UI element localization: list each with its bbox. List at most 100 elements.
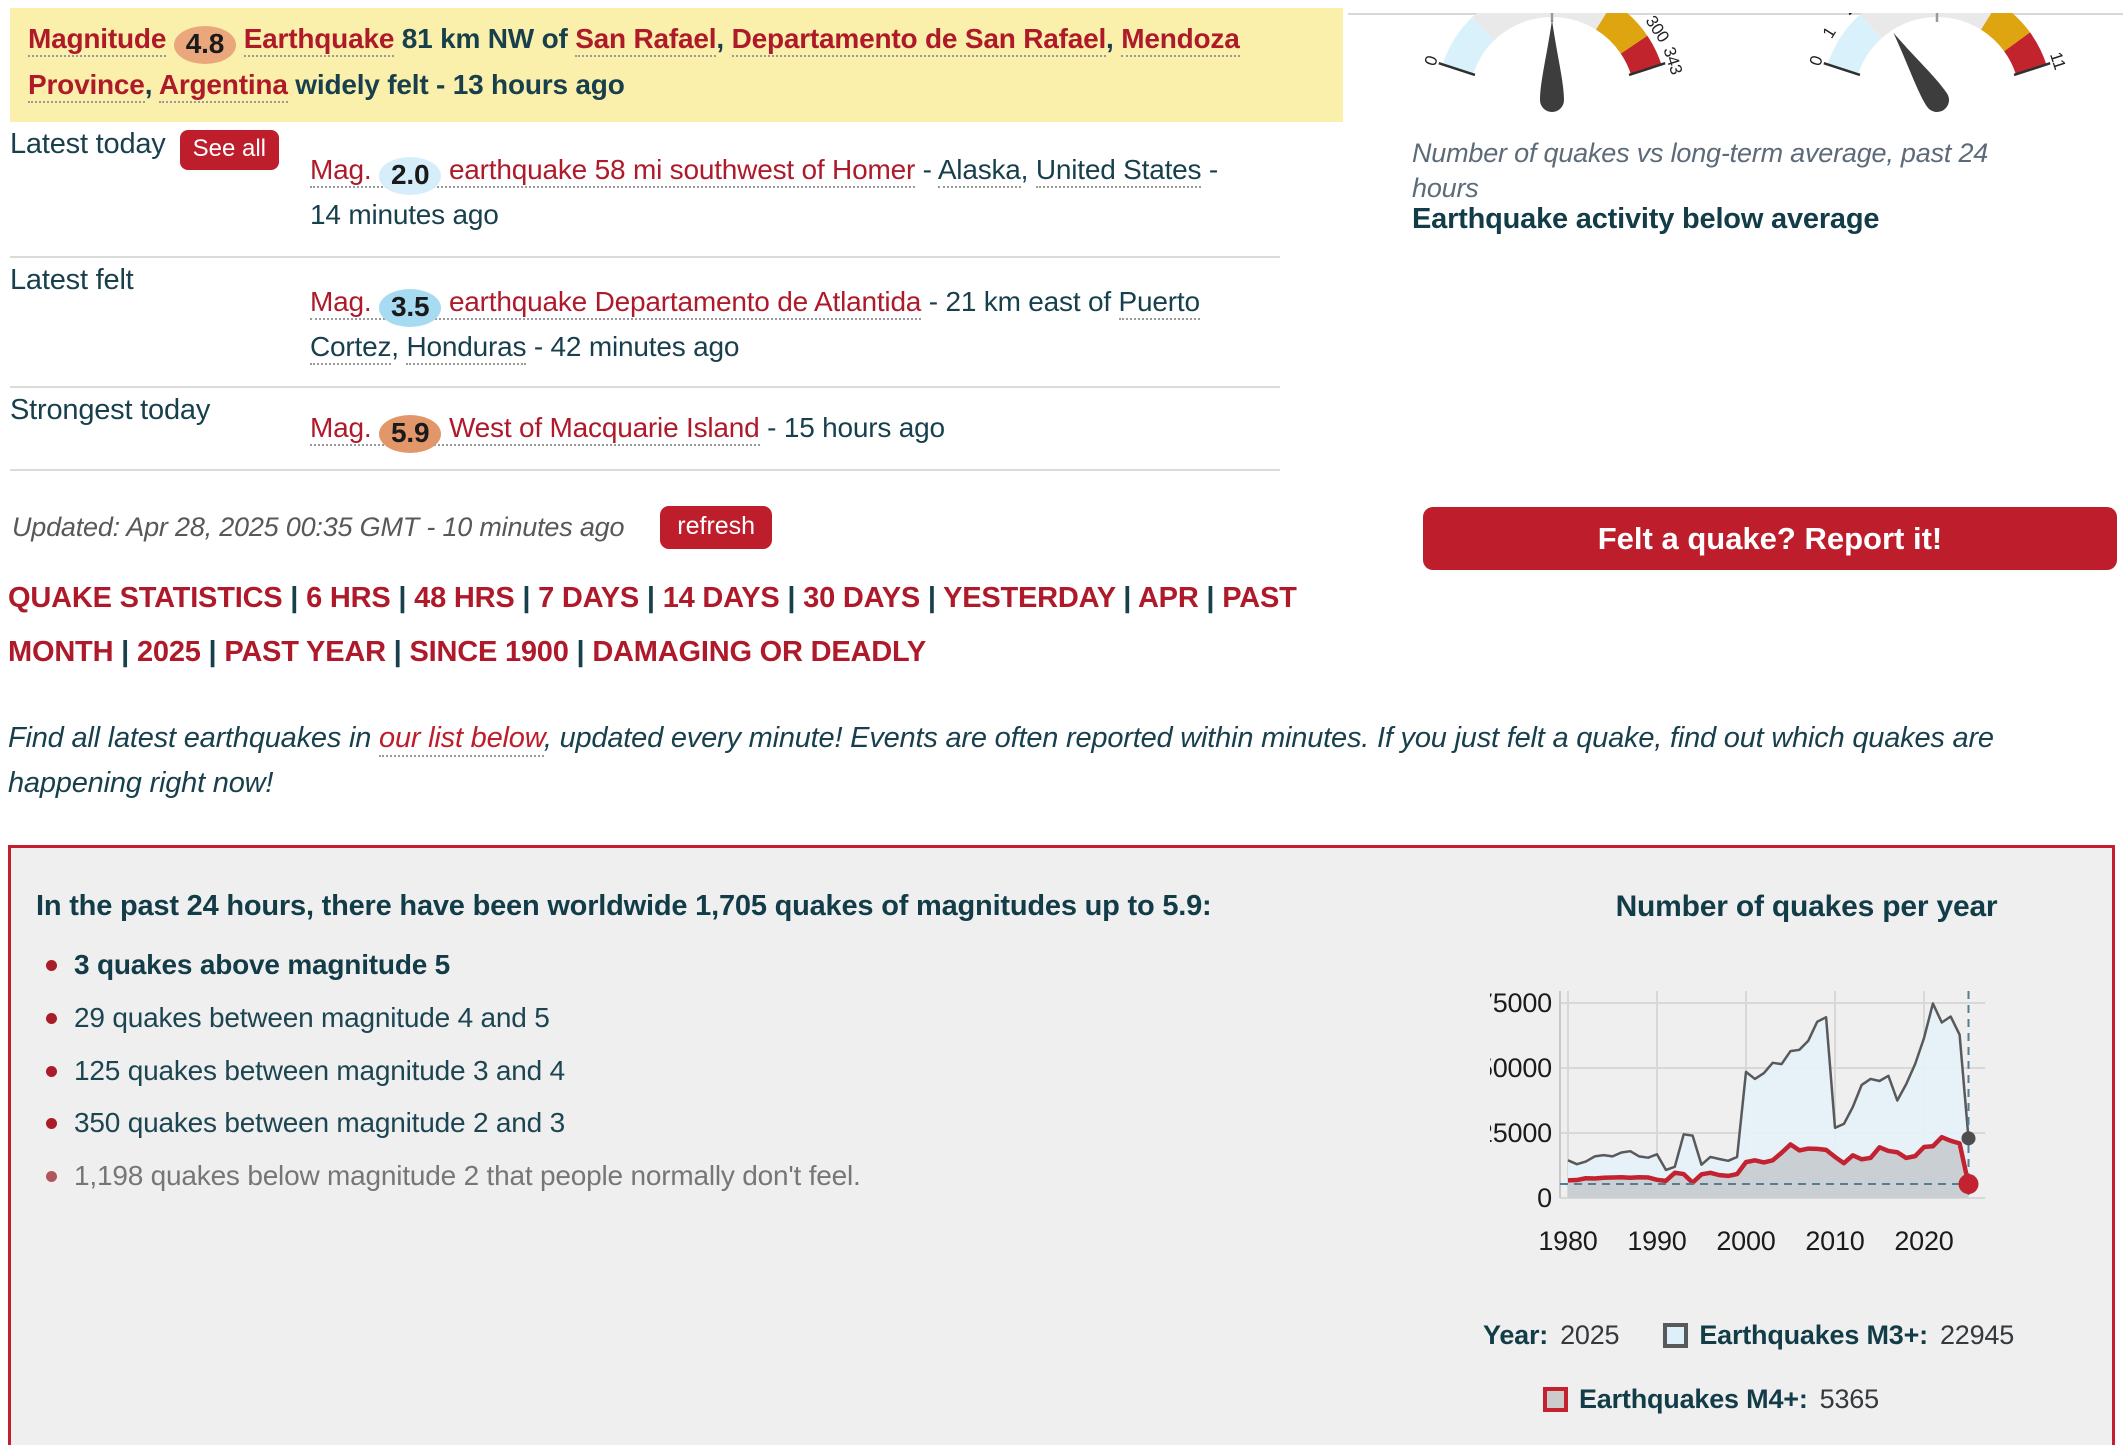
- report-quake-button[interactable]: Felt a quake? Report it!: [1423, 507, 2117, 570]
- y-tick-label: 25000: [1490, 1118, 1552, 1148]
- earthquake-overview-page: Magnitude 4.8 Earthquake 81 km NW of San…: [0, 0, 2123, 1445]
- banner-link[interactable]: Departamento de San Rafael: [732, 23, 1106, 57]
- nav-separator: |: [113, 636, 137, 668]
- legend-m4-swatch[interactable]: [1543, 1387, 1568, 1412]
- banner-link[interactable]: San Rafael: [575, 23, 716, 57]
- strong-quake-gauge: 0 1 2 11: [1772, 13, 2102, 135]
- gauge-tick-label: 0: [1806, 53, 1827, 68]
- chart-title: Number of quakes per year: [1490, 890, 2123, 924]
- nav-separator: |: [1199, 582, 1223, 614]
- banner-text: widely felt - 13 hours ago: [288, 69, 625, 100]
- stats-nav-link[interactable]: 2025: [137, 636, 201, 668]
- row-label-area: Strongest today: [10, 388, 310, 469]
- magnitude-breakdown-list: 3 quakes above magnitude 529 quakes betw…: [36, 950, 861, 1214]
- intro-link[interactable]: our list below: [379, 722, 544, 757]
- gauge-tick-label: 343: [1659, 45, 1686, 77]
- row-quake-link[interactable]: Mag. 3.5 earthquake Departamento de Atla…: [310, 286, 921, 320]
- banner-text: ,: [145, 69, 159, 100]
- stats-nav-link[interactable]: SINCE 1900: [409, 636, 568, 668]
- row-text: - 15 hours ago: [760, 412, 945, 443]
- list-item: Latest felt Mag. 3.5 earthquake Departame…: [10, 258, 1280, 388]
- banner-text: [166, 23, 174, 54]
- row-text: ,: [391, 331, 406, 362]
- row-magnitude-badge: 5.9: [379, 415, 441, 453]
- row-quake-link[interactable]: Mag. 2.0 earthquake 58 mi southwest of H…: [310, 154, 915, 188]
- stats-nav-link[interactable]: 48 HRS: [414, 582, 514, 614]
- nav-separator: |: [515, 582, 539, 614]
- stats-nav-link[interactable]: 30 DAYS: [803, 582, 920, 614]
- quake-count-gauge: 0300343: [1387, 13, 1717, 135]
- stats-nav-link[interactable]: QUAKE STATISTICS: [8, 582, 282, 614]
- row-label: Latest felt: [10, 264, 134, 297]
- row-quake-link[interactable]: Mag. 5.9 West of Macquarie Island: [310, 412, 760, 446]
- stats-nav-link[interactable]: DAMAGING OR DEADLY: [592, 636, 926, 668]
- nav-separator: |: [639, 582, 663, 614]
- gauge-band-segment: [1860, 13, 1998, 38]
- banner-text: ,: [716, 23, 731, 54]
- row-label: Strongest today: [10, 394, 210, 427]
- stats-nav-link[interactable]: 6 HRS: [306, 582, 390, 614]
- m3-endpoint-dot: [1962, 1131, 1976, 1145]
- banner-link[interactable]: Magnitude: [28, 23, 166, 57]
- gauge-needle: [1883, 26, 1953, 116]
- nav-separator: |: [569, 636, 593, 668]
- row-content: Mag. 2.0 earthquake 58 mi southwest of H…: [310, 122, 1240, 256]
- banner-text: [236, 23, 244, 54]
- row-mag-prefix: Mag.: [310, 286, 379, 317]
- row-magnitude-badge: 2.0: [379, 157, 441, 195]
- intro-text: Find all latest earthquakes in: [8, 722, 379, 754]
- list-item: Latest today See all Mag. 2.0 earthquake 5…: [10, 122, 1280, 258]
- row-place-link[interactable]: Alaska: [938, 154, 1021, 188]
- chart-legend-row-2: Earthquakes M4+: 5365: [1543, 1384, 1879, 1415]
- row-text: ,: [1021, 154, 1036, 185]
- activity-status-text: Earthquake activity below average: [1412, 203, 1879, 236]
- refresh-button[interactable]: refresh: [660, 506, 772, 549]
- legend-m3-label: Earthquakes M3+:: [1699, 1320, 1928, 1351]
- see-all-button[interactable]: See all: [180, 130, 279, 170]
- magnitude-breakdown-item: 350 quakes between magnitude 2 and 3: [36, 1108, 861, 1139]
- nav-separator: |: [920, 582, 943, 614]
- row-text: - 21 km east of: [921, 286, 1118, 317]
- row-label: Latest today: [10, 128, 166, 161]
- banner-link[interactable]: Earthquake: [244, 23, 395, 57]
- x-tick-label: 2000: [1716, 1226, 1775, 1256]
- nav-separator: |: [282, 582, 306, 614]
- stats-nav-link[interactable]: YESTERDAY: [943, 582, 1115, 614]
- legend-m3-swatch[interactable]: [1663, 1323, 1688, 1348]
- row-mag-prefix: Mag.: [310, 154, 379, 185]
- gauge-band-segment: [1472, 13, 1613, 40]
- y-tick-label: 50000: [1490, 1053, 1552, 1083]
- gauge-tick-label: 1: [1819, 24, 1840, 42]
- quakes-per-year-chart[interactable]: 025000500007500019801990200020102020: [1490, 953, 2123, 1303]
- row-quake-title: earthquake 58 mi southwest of Homer: [441, 154, 915, 185]
- magnitude-breakdown-item: 1,198 quakes below magnitude 2 that peop…: [36, 1161, 861, 1192]
- row-place-link[interactable]: Honduras: [406, 331, 526, 365]
- legend-m3-value: 22945: [1940, 1320, 2014, 1351]
- x-tick-label: 1980: [1538, 1226, 1597, 1256]
- stats-nav-link[interactable]: PAST YEAR: [224, 636, 386, 668]
- row-quake-title: earthquake Departamento de Atlantida: [441, 286, 921, 317]
- x-tick-label: 2010: [1805, 1226, 1864, 1256]
- gauge-tick-label: 11: [2046, 50, 2069, 72]
- banner-text: 81 km NW of: [394, 23, 575, 54]
- nav-separator: |: [386, 636, 410, 668]
- row-content: Mag. 3.5 earthquake Departamento de Atla…: [310, 258, 1240, 386]
- chart-svg: 025000500007500019801990200020102020: [1490, 953, 2123, 1303]
- chart-legend-row-1: Year: 2025 Earthquakes M3+: 22945: [1483, 1320, 2014, 1351]
- x-tick-label: 2020: [1894, 1226, 1953, 1256]
- gauge-tick-label: 2: [1839, 13, 1859, 19]
- banner-text: ,: [1106, 23, 1121, 54]
- stats-nav-link[interactable]: 14 DAYS: [663, 582, 780, 614]
- magnitude-breakdown-item: 3 quakes above magnitude 5: [36, 950, 861, 981]
- nav-separator: |: [391, 582, 415, 614]
- row-text: - 42 minutes ago: [526, 331, 739, 362]
- nav-separator: |: [780, 582, 804, 614]
- m4-endpoint-dot: [1959, 1174, 1979, 1194]
- magnitude-breakdown-item: 125 quakes between magnitude 3 and 4: [36, 1056, 861, 1087]
- y-tick-label: 0: [1537, 1183, 1552, 1213]
- banner-link[interactable]: Argentina: [159, 69, 288, 103]
- stats-nav-link[interactable]: 7 DAYS: [538, 582, 639, 614]
- row-place-link[interactable]: United States: [1036, 154, 1202, 188]
- latest-quakes-table: Latest today See all Mag. 2.0 earthquake 5…: [10, 122, 1280, 471]
- stats-nav-link[interactable]: APR: [1138, 582, 1199, 614]
